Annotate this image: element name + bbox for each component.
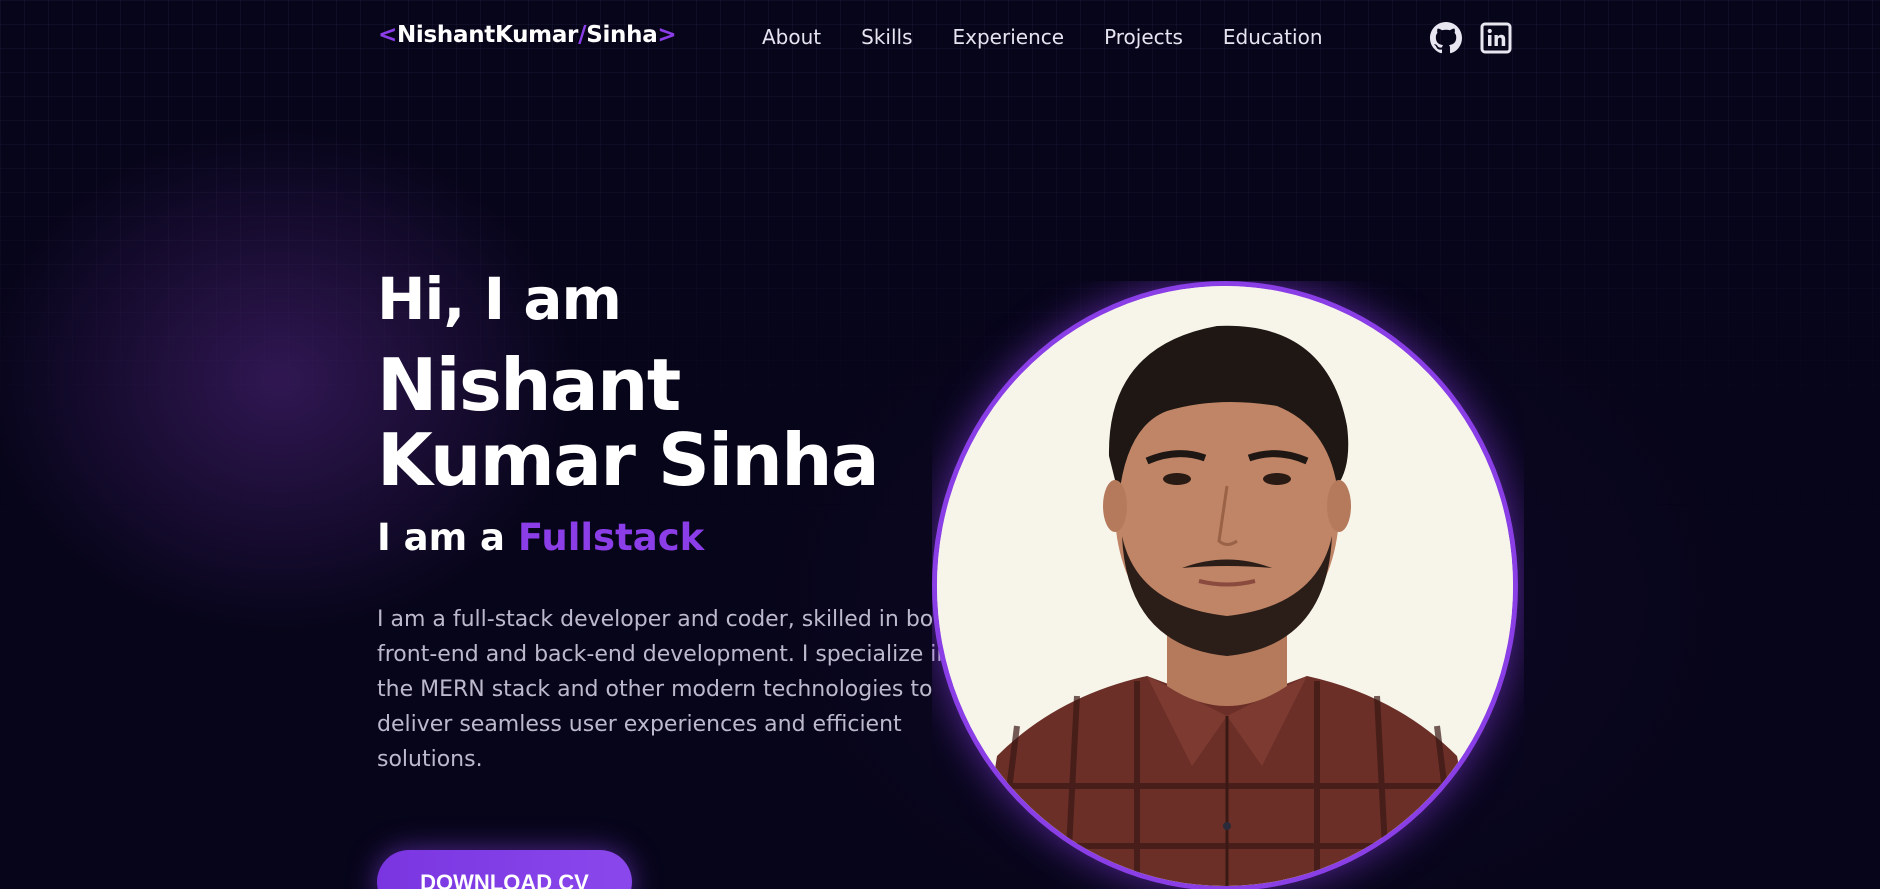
page: <NishantKumar/Sinha> About Skills Experi… (0, 0, 1880, 889)
logo-last-name: Sinha (586, 22, 658, 48)
linkedin-link[interactable] (1480, 22, 1512, 54)
nav-links: About Skills Experience Projects Educati… (762, 25, 1323, 49)
nav-link-education[interactable]: Education (1223, 25, 1323, 49)
linkedin-icon (1480, 22, 1512, 54)
hero-role-word: Fullstack (517, 516, 705, 559)
nav-link-about[interactable]: About (762, 25, 821, 49)
hero-name-line2: Kumar Sinha (377, 418, 880, 502)
logo-slash: / (578, 22, 587, 48)
github-icon (1430, 22, 1462, 54)
logo-first-name: NishantKumar (396, 22, 579, 48)
nav-link-projects[interactable]: Projects (1104, 25, 1183, 49)
logo-bracket-close: > (657, 22, 677, 48)
site-logo[interactable]: <NishantKumar/Sinha> (378, 22, 677, 48)
download-cv-button[interactable]: DOWNLOAD CV (377, 850, 632, 889)
profile-photo-wrapper (932, 281, 1524, 889)
navbar: <NishantKumar/Sinha> About Skills Experi… (0, 0, 1880, 78)
hero-greeting: Hi, I am (377, 265, 622, 333)
hero-name: Nishant Kumar Sinha (377, 348, 937, 498)
logo-bracket-open: < (378, 22, 397, 48)
hero-description: I am a full-stack developer and coder, s… (377, 607, 956, 772)
hero-role-prefix: I am a (377, 516, 506, 559)
hero-name-line1: Nishant (377, 343, 681, 427)
nav-link-skills[interactable]: Skills (861, 25, 912, 49)
hero-role: I am a Fullstack (377, 516, 704, 559)
nav-link-experience[interactable]: Experience (953, 25, 1065, 49)
github-link[interactable] (1430, 22, 1462, 54)
portrait-illustration (937, 286, 1513, 886)
profile-photo (932, 281, 1518, 889)
social-links (1430, 22, 1512, 54)
